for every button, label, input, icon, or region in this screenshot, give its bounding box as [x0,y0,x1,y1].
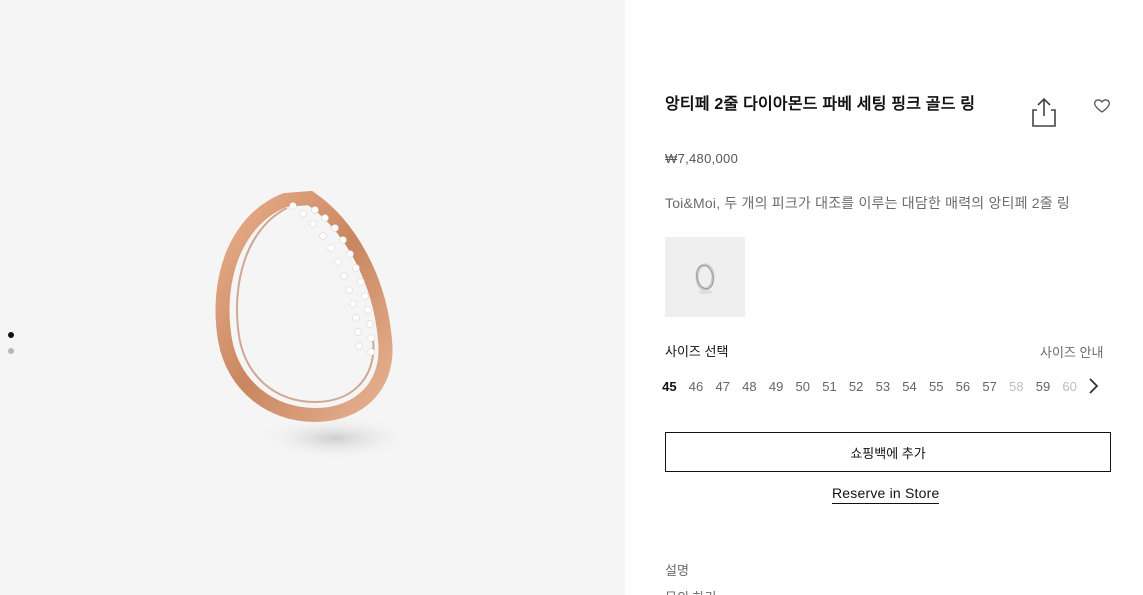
size-option-50[interactable]: 50 [789,377,816,397]
size-option-59[interactable]: 59 [1030,377,1057,397]
size-guide-link[interactable]: 사이즈 안내 [1040,342,1103,361]
product-price: ₩7,480,000 [665,151,739,166]
product-description: Toi&Moi, 두 개의 피크가 대조를 이루는 대담한 매력의 앙티페 2줄… [665,195,1071,211]
size-option-47[interactable]: 47 [709,377,736,397]
share-icon [1032,97,1056,127]
chevron-right-icon [1089,378,1099,394]
size-option-52[interactable]: 52 [843,377,870,397]
size-option-51[interactable]: 51 [816,377,843,397]
white-gold-ring-thumbnail [695,263,715,294]
wishlist-button[interactable] [1093,97,1111,115]
size-option-56[interactable]: 56 [950,377,977,397]
product-gallery [0,0,625,595]
accordion-description[interactable]: 설명 [665,560,689,579]
size-option-45[interactable]: 45 [656,377,683,397]
size-option-53[interactable]: 53 [870,377,897,397]
gallery-dot-1[interactable] [8,332,14,338]
gallery-pagination [8,332,14,364]
size-option-54[interactable]: 54 [896,377,923,397]
size-next-button[interactable] [1087,376,1101,396]
share-button[interactable] [1029,96,1059,130]
gallery-dot-2[interactable] [8,348,14,354]
product-info-panel: 앙티페 2줄 다이아몬드 파베 세팅 핑크 골드 링 ₩7,480,000 To… [662,0,1115,595]
size-option-58: 58 [1009,379,1024,394]
size-select-label: 사이즈 선택 [665,344,729,359]
accordion-inquiry[interactable]: 문의 하기 [665,587,716,595]
size-options: 45 46 47 48 49 50 51 52 53 54 55 56 57 58 59 60 [656,377,1083,397]
size-option-49[interactable]: 49 [763,377,790,397]
heart-icon [1094,99,1110,113]
size-option-55[interactable]: 55 [923,377,950,397]
size-option-48[interactable]: 48 [736,377,763,397]
product-title: 앙티페 2줄 다이아몬드 파베 세팅 핑크 골드 링 [665,96,976,113]
add-to-bag-button[interactable]: 쇼핑백에 추가 [665,432,1111,472]
size-option-57[interactable]: 57 [976,377,1003,397]
size-option-46[interactable]: 46 [683,377,710,397]
reserve-in-store-link[interactable]: Reserve in Store [832,485,940,504]
size-option-60: 60 [1062,379,1077,394]
variant-thumbnail[interactable] [665,237,745,317]
product-image-ring[interactable] [175,170,455,500]
